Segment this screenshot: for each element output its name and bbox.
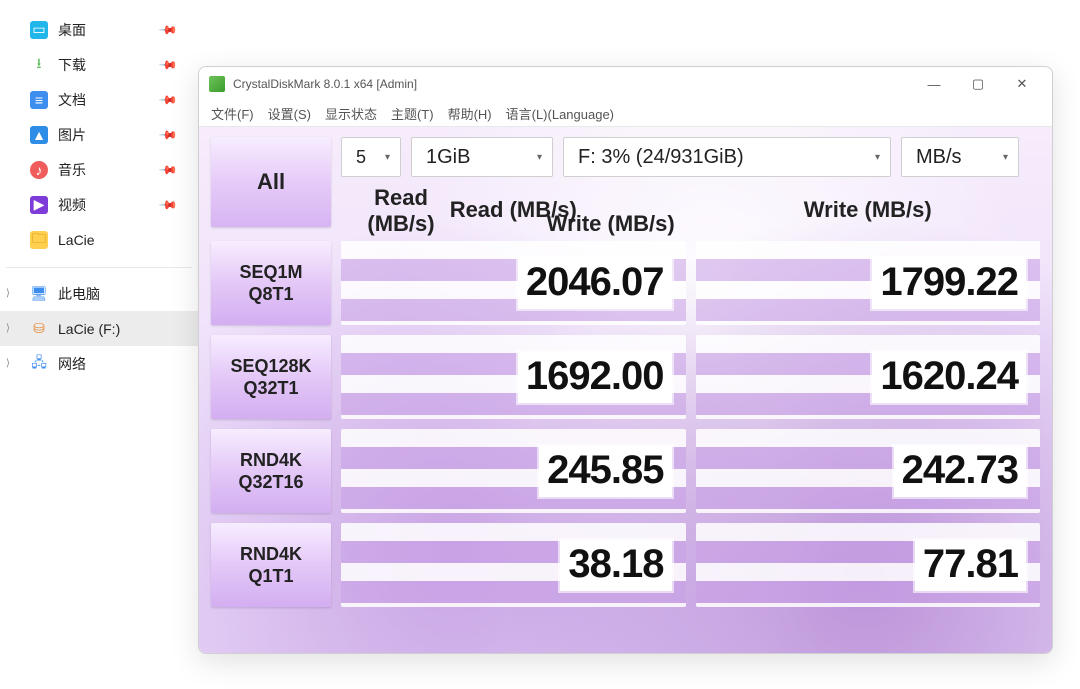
test-button-rnd4k-q1t1[interactable]: RND4K Q1T1: [211, 523, 331, 607]
result-row: SEQ128K Q32T1 1692.00 1620.24: [211, 335, 1040, 419]
read-value: 38.18: [560, 540, 671, 591]
column-header-write: Write (MB/s): [696, 197, 1041, 227]
write-cell: 1620.24: [696, 335, 1041, 419]
network-icon: 🖧: [30, 355, 48, 373]
explorer-sidebar: ▭ 桌面 📌 ⭳ 下载 📌 ≡ 文档 📌 ▲ 图片 📌 ♪ 音乐 📌 ▶ 视频 …: [0, 0, 198, 689]
write-cell: 77.81: [696, 523, 1041, 607]
menu-language[interactable]: 语言(L)(Language): [506, 104, 614, 123]
expand-toggle-icon[interactable]: ⟩: [6, 288, 10, 299]
crystaldiskmark-window: CrystalDiskMark 8.0.1 x64 [Admin] — ▢ ✕ …: [198, 66, 1053, 654]
menu-file[interactable]: 文件(F): [211, 104, 254, 123]
sidebar-item-label: LaCie: [58, 232, 95, 248]
menu-help[interactable]: 帮助(H): [448, 104, 492, 123]
write-cell: 242.73: [696, 429, 1041, 513]
write-cell: 1799.22: [696, 241, 1041, 325]
sidebar-item-pictures[interactable]: ▲ 图片 📌: [0, 117, 198, 152]
test-size-select[interactable]: 1GiB ▾: [411, 137, 553, 177]
pin-icon: 📌: [158, 89, 178, 109]
sidebar-item-network[interactable]: ⟩ 🖧 网络: [0, 346, 198, 381]
pin-icon: 📌: [158, 194, 178, 214]
sidebar-item-label: 图片: [58, 125, 86, 145]
write-value: 1620.24: [872, 352, 1026, 403]
menu-theme[interactable]: 主题(T): [391, 104, 434, 123]
runs-select[interactable]: 5 ▾: [341, 137, 401, 177]
pictures-icon: ▲: [30, 126, 48, 144]
folder-icon: 🗀: [30, 231, 48, 249]
video-icon: ▶: [30, 196, 48, 214]
sidebar-item-desktop[interactable]: ▭ 桌面 📌: [0, 12, 198, 47]
write-value: 242.73: [894, 446, 1026, 497]
result-row: SEQ1M Q8T1 2046.07 1799.22: [211, 241, 1040, 325]
sidebar-item-label: 下载: [58, 55, 86, 75]
sidebar-item-downloads[interactable]: ⭳ 下载 📌: [0, 47, 198, 82]
document-icon: ≡: [30, 91, 48, 109]
write-value: 1799.22: [872, 258, 1026, 309]
sidebar-item-music[interactable]: ♪ 音乐 📌: [0, 152, 198, 187]
menu-settings[interactable]: 设置(S): [268, 104, 311, 123]
pin-icon: 📌: [158, 19, 178, 39]
maximize-button[interactable]: ▢: [956, 69, 1000, 99]
column-header-read: Read (MB/s): [341, 197, 686, 227]
close-button[interactable]: ✕: [1000, 69, 1044, 99]
this-pc-icon: 🖥: [30, 285, 48, 303]
sidebar-item-label: 桌面: [58, 20, 86, 40]
chevron-down-icon: ▾: [527, 152, 542, 163]
test-button-seq1m-q8t1[interactable]: SEQ1M Q8T1: [211, 241, 331, 325]
read-cell: 2046.07: [341, 241, 686, 325]
sidebar-separator: [6, 267, 192, 268]
music-icon: ♪: [30, 161, 48, 179]
window-title: CrystalDiskMark 8.0.1 x64 [Admin]: [233, 77, 417, 91]
pin-icon: 📌: [158, 159, 178, 179]
sidebar-item-label: LaCie (F:): [58, 321, 120, 337]
sidebar-item-label: 视频: [58, 195, 86, 215]
runs-value: 5: [356, 147, 366, 168]
toolbar: 5 ▾ 1GiB ▾ F: 3% (24/931GiB) ▾ MB/s ▾: [341, 137, 1040, 185]
sidebar-item-this-pc[interactable]: ⟩ 🖥 此电脑: [0, 276, 198, 311]
menu-status[interactable]: 显示状态: [325, 104, 377, 123]
sidebar-item-label: 此电脑: [58, 284, 100, 304]
sidebar-item-documents[interactable]: ≡ 文档 📌: [0, 82, 198, 117]
menubar: 文件(F) 设置(S) 显示状态 主题(T) 帮助(H) 语言(L)(Langu…: [199, 101, 1052, 127]
pin-icon: 📌: [158, 54, 178, 74]
desktop-icon: ▭: [30, 21, 48, 39]
download-icon: ⭳: [30, 56, 48, 74]
test-size-value: 1GiB: [426, 146, 470, 169]
unit-select[interactable]: MB/s ▾: [901, 137, 1019, 177]
read-value: 2046.07: [518, 258, 672, 309]
app-icon: [209, 76, 225, 92]
sidebar-item-lacie-folder[interactable]: 🗀 LaCie: [0, 222, 198, 257]
minimize-button[interactable]: —: [912, 69, 956, 99]
read-value: 1692.00: [518, 352, 672, 403]
test-button-seq128k-q32t1[interactable]: SEQ128K Q32T1: [211, 335, 331, 419]
sidebar-item-lacie-drive[interactable]: ⟩ ⛁ LaCie (F:): [0, 311, 198, 346]
sidebar-item-videos[interactable]: ▶ 视频 📌: [0, 187, 198, 222]
expand-toggle-icon[interactable]: ⟩: [6, 358, 10, 369]
sidebar-item-label: 文档: [58, 90, 86, 110]
read-cell: 245.85: [341, 429, 686, 513]
drive-icon: ⛁: [30, 320, 48, 338]
test-button-rnd4k-q32t16[interactable]: RND4K Q32T16: [211, 429, 331, 513]
result-row: RND4K Q32T16 245.85 242.73: [211, 429, 1040, 513]
read-cell: 38.18: [341, 523, 686, 607]
pin-icon: 📌: [158, 124, 178, 144]
client-area: All 5 ▾ 1GiB ▾ F: 3% (24/931GiB) ▾: [199, 127, 1052, 653]
expand-toggle-icon[interactable]: ⟩: [6, 323, 10, 334]
read-value: 245.85: [539, 446, 671, 497]
chevron-down-icon: ▾: [865, 152, 880, 163]
unit-value: MB/s: [916, 146, 962, 169]
drive-value: F: 3% (24/931GiB): [578, 146, 744, 169]
titlebar[interactable]: CrystalDiskMark 8.0.1 x64 [Admin] — ▢ ✕: [199, 67, 1052, 101]
read-cell: 1692.00: [341, 335, 686, 419]
chevron-down-icon: ▾: [375, 152, 390, 163]
result-row: RND4K Q1T1 38.18 77.81: [211, 523, 1040, 607]
sidebar-item-label: 网络: [58, 354, 86, 374]
write-value: 77.81: [915, 540, 1026, 591]
drive-select[interactable]: F: 3% (24/931GiB) ▾: [563, 137, 891, 177]
chevron-down-icon: ▾: [993, 152, 1008, 163]
sidebar-item-label: 音乐: [58, 160, 86, 180]
